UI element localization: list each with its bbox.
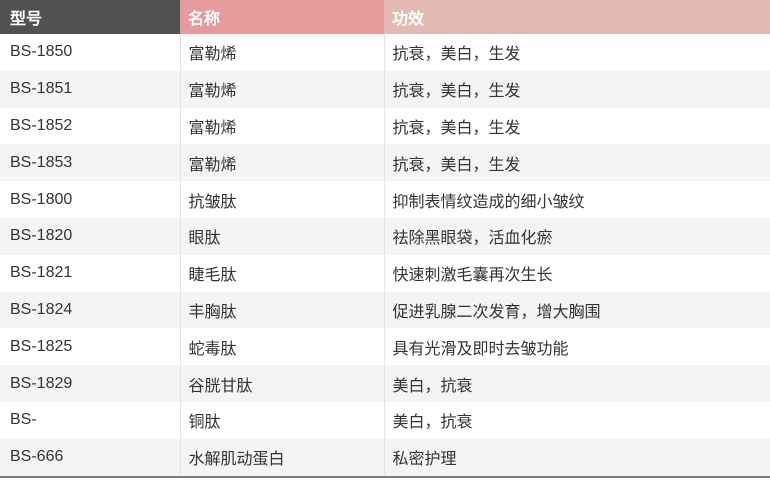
cell-effect: 抗衰，美白，生发 [383, 107, 770, 145]
cell-effect: 祛除黑眼袋，活血化瘀 [383, 217, 770, 255]
cell-model: BS-1850 [0, 34, 180, 71]
table-row: BS-1821 睫毛肽 快速刺激毛囊再次生长 [0, 254, 770, 292]
table-row: BS-1825 蛇毒肽 具有光滑及即时去皱功能 [0, 328, 770, 366]
table-row: BS-1824 丰胸肽 促进乳腺二次发育，增大胸围 [0, 291, 770, 329]
cell-model: BS-1852 [0, 107, 180, 145]
table-row: BS-666 水解肌动蛋白 私密护理 [0, 438, 770, 476]
cell-model: BS-1820 [0, 217, 180, 255]
column-header-effect: 功效 [384, 0, 770, 34]
cell-effect: 私密护理 [383, 438, 770, 476]
cell-effect: 促进乳腺二次发育，增大胸围 [383, 291, 770, 329]
cell-model: BS-1825 [0, 328, 180, 366]
cell-effect: 美白，抗衰 [383, 401, 770, 439]
table-row: BS-1851 富勒烯 抗衰，美白，生发 [0, 70, 770, 108]
table-row: BS-1850 富勒烯 抗衰，美白，生发 [0, 34, 770, 71]
cell-name: 铜肽 [179, 401, 384, 439]
cell-effect: 快速刺激毛囊再次生长 [383, 254, 770, 292]
cell-effect: 抑制表情纹造成的细小皱纹 [383, 181, 770, 218]
cell-name: 眼肽 [179, 217, 384, 255]
cell-name: 水解肌动蛋白 [179, 438, 384, 476]
cell-name: 蛇毒肽 [179, 328, 384, 366]
column-header-name: 名称 [180, 0, 384, 34]
cell-effect: 美白，抗衰 [383, 365, 770, 402]
cell-effect: 抗衰，美白，生发 [383, 144, 770, 182]
cell-name: 丰胸肽 [179, 291, 384, 329]
cell-name: 谷胱甘肽 [179, 365, 384, 402]
cell-effect: 抗衰，美白，生发 [383, 34, 770, 71]
product-table: 型号 名称 功效 BS-1850 富勒烯 抗衰，美白，生发 BS-1851 富勒… [0, 0, 770, 476]
cell-name: 富勒烯 [179, 144, 384, 182]
table-row: BS-1820 眼肽 祛除黑眼袋，活血化瘀 [0, 217, 770, 255]
cell-name: 富勒烯 [179, 34, 384, 71]
table-row: BS-1852 富勒烯 抗衰，美白，生发 [0, 107, 770, 145]
cell-model: BS- [0, 401, 180, 439]
cell-model: BS-1821 [0, 254, 180, 292]
cell-name: 抗皱肽 [179, 181, 384, 218]
cell-name: 富勒烯 [179, 70, 384, 108]
table-header-row: 型号 名称 功效 [0, 0, 770, 34]
cell-model: BS-1829 [0, 365, 180, 402]
cell-model: BS-1851 [0, 70, 180, 108]
table-row: BS- 铜肽 美白，抗衰 [0, 401, 770, 439]
table-row: BS-1853 富勒烯 抗衰，美白，生发 [0, 144, 770, 182]
table-bottom-border [0, 475, 770, 478]
table-row: BS-1800 抗皱肽 抑制表情纹造成的细小皱纹 [0, 181, 770, 218]
cell-name: 睫毛肽 [179, 254, 384, 292]
cell-name: 富勒烯 [179, 107, 384, 145]
cell-effect: 具有光滑及即时去皱功能 [383, 328, 770, 366]
table-row: BS-1829 谷胱甘肽 美白，抗衰 [0, 365, 770, 402]
cell-model: BS-1800 [0, 181, 180, 218]
column-header-model: 型号 [0, 0, 180, 34]
cell-model: BS-1824 [0, 291, 180, 329]
cell-effect: 抗衰，美白，生发 [383, 70, 770, 108]
cell-model: BS-666 [0, 438, 180, 476]
cell-model: BS-1853 [0, 144, 180, 182]
